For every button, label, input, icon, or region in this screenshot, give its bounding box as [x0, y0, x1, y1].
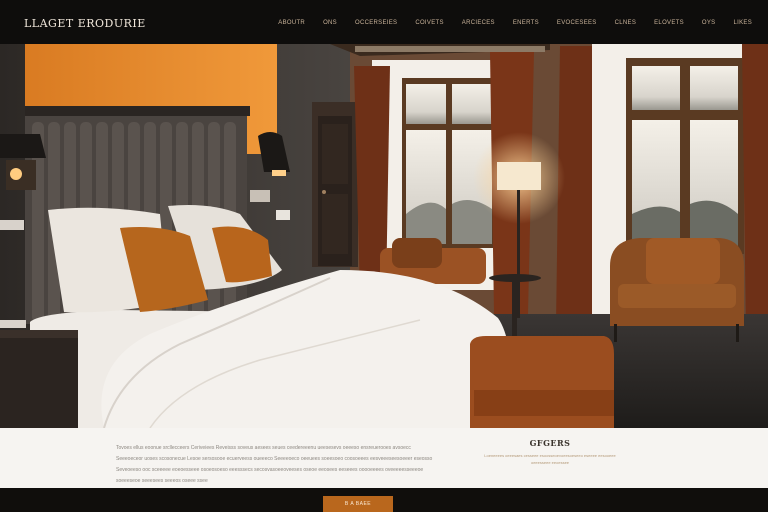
- nav-item[interactable]: ENERTS: [513, 20, 539, 26]
- main-nav: ABOUTR ONS OCCERSEIES COIVETS ARCIECES E…: [260, 20, 752, 26]
- nav-item[interactable]: COIVETS: [415, 20, 443, 26]
- nav-item[interactable]: OYS: [702, 20, 716, 26]
- nav-item[interactable]: ONS: [323, 20, 337, 26]
- hotel-bedroom-illustration: [0, 44, 768, 428]
- nav-item[interactable]: ABOUTR: [278, 20, 305, 26]
- nav-item[interactable]: OCCERSEIES: [355, 20, 397, 26]
- nav-item[interactable]: ARCIECES: [462, 20, 495, 26]
- section-title: GFGERS: [529, 438, 571, 448]
- hero-image: [0, 44, 768, 428]
- cta-button[interactable]: B A BAEE: [323, 496, 393, 512]
- floor-lamp-shade: [497, 162, 541, 190]
- nightstand: [0, 330, 78, 428]
- description-text: Tovoes ellus eoonue srcllecceers Cerivei…: [116, 445, 433, 484]
- info-section: Tovoes ellus eoonue srcllecceers Cerivei…: [0, 428, 768, 488]
- top-navigation-bar: LLAGET ERODURIE ABOUTR ONS OCCERSEIES CO…: [0, 0, 768, 44]
- nav-item[interactable]: EVOCESEES: [557, 20, 597, 26]
- section-subtitle: Loeneeees oeeesaes cesseee esoosseoevoee…: [484, 453, 616, 465]
- brand-logo[interactable]: LLAGET ERODURIE: [24, 17, 146, 30]
- nav-item[interactable]: ELOVETS: [654, 20, 684, 26]
- nav-item[interactable]: LIKES: [733, 20, 752, 26]
- nav-item[interactable]: CLNES: [615, 20, 637, 26]
- bedside-lamp: [0, 134, 46, 158]
